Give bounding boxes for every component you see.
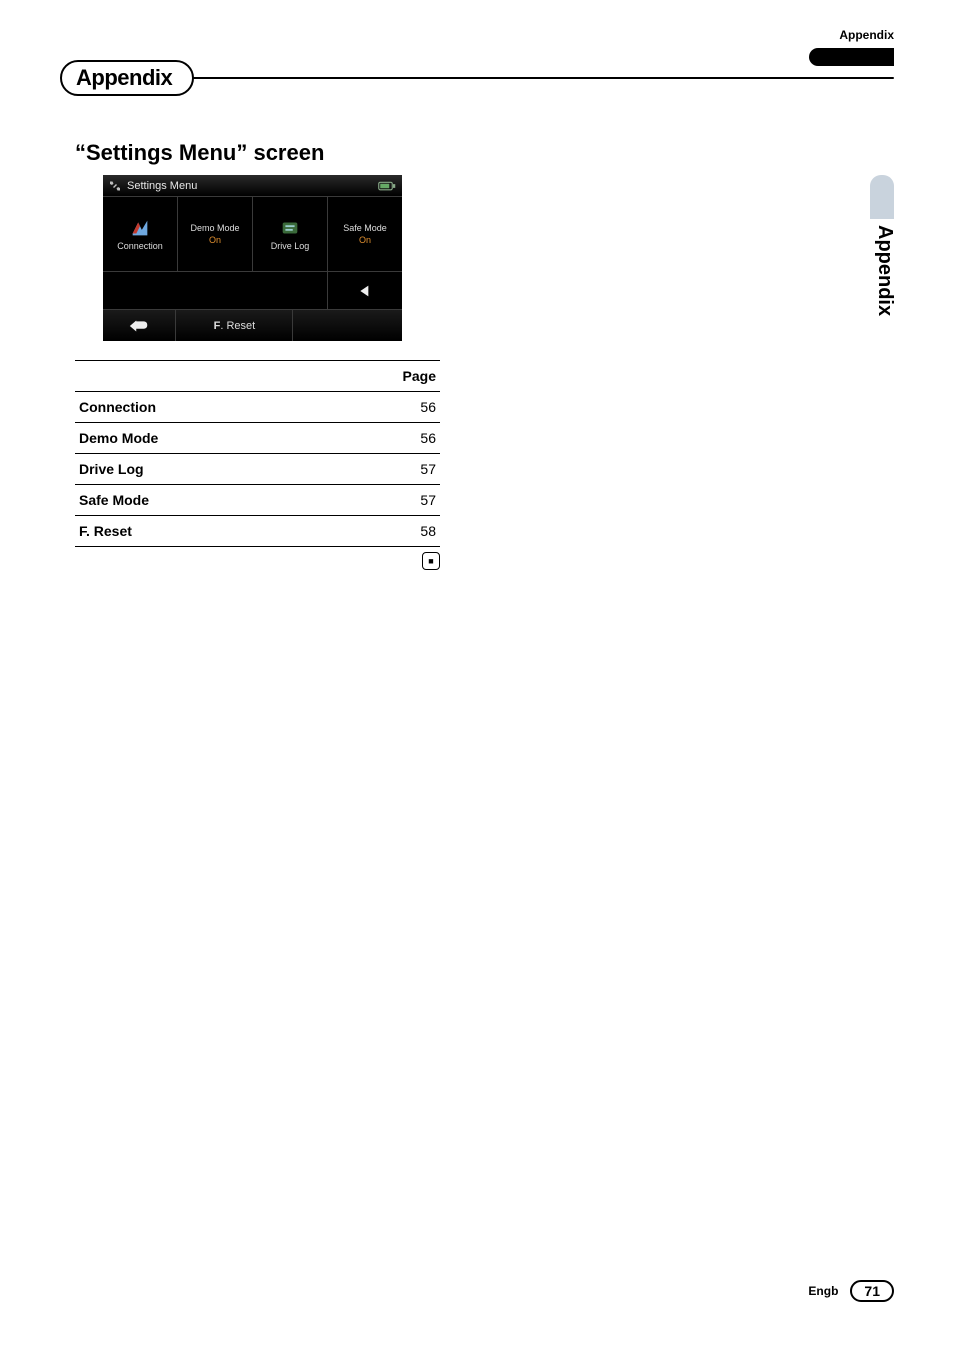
table-row-label: Drive Log	[75, 454, 322, 485]
battery-icon	[378, 181, 396, 191]
table-row: Connection 56	[75, 392, 440, 423]
side-tab-pill	[870, 175, 894, 219]
settings-icon	[109, 180, 121, 192]
side-tab-text: Appendix	[873, 225, 896, 316]
table-row-label: Demo Mode	[75, 423, 322, 454]
table-row-label: Safe Mode	[75, 485, 322, 516]
drive-log-icon	[279, 217, 301, 239]
chapter-title-text: Appendix	[76, 65, 172, 91]
connection-label: Connection	[117, 241, 163, 251]
safe-mode-value: On	[359, 235, 371, 245]
table-header-page: Page	[322, 361, 440, 392]
drive-log-label: Drive Log	[271, 241, 310, 251]
page-reference-table: Page Connection 56 Demo Mode 56 Drive Lo…	[75, 360, 440, 547]
screenshot-row2-blank	[103, 272, 327, 309]
section-heading-term: Settings Menu	[86, 140, 236, 165]
screenshot-title-left: Settings Menu	[109, 180, 197, 192]
freset-prefix: F	[214, 320, 221, 332]
footer-language: Engb	[808, 1284, 838, 1298]
screenshot-freset-cell: F. Reset	[176, 310, 293, 341]
section-heading-quote-open: “	[75, 140, 86, 165]
screenshot-title-text: Settings Menu	[127, 180, 197, 192]
demo-mode-value: On	[209, 235, 221, 245]
section-heading-suffix: ” screen	[236, 140, 324, 165]
connection-icon	[129, 217, 151, 239]
screenshot-cell-connection: Connection	[103, 197, 178, 271]
screenshot-cell-demo-mode: Demo Mode On	[178, 197, 253, 271]
screenshot-back-cell	[103, 310, 176, 341]
table-row-page: 56	[322, 423, 440, 454]
screenshot-titlebar: Settings Menu	[103, 175, 402, 197]
page-footer: Engb 71	[808, 1280, 894, 1302]
table-row-label: Connection	[75, 392, 322, 423]
table-row-label: F. Reset	[75, 516, 322, 547]
table-row-page: 57	[322, 485, 440, 516]
demo-mode-label: Demo Mode	[190, 223, 239, 233]
chapter-title-rule	[182, 77, 894, 80]
screenshot-prev-arrow-cell	[327, 272, 403, 309]
table-row: Safe Mode 57	[75, 485, 440, 516]
screenshot-bottom-bar: F. Reset	[103, 309, 402, 341]
back-arrow-icon	[128, 318, 150, 334]
table-row: Drive Log 57	[75, 454, 440, 485]
table-row-page: 56	[322, 392, 440, 423]
section-heading: “Settings Menu” screen	[75, 140, 324, 166]
screenshot-cell-drive-log: Drive Log	[253, 197, 328, 271]
table-row-page: 57	[322, 454, 440, 485]
screenshot-cell-safe-mode: Safe Mode On	[328, 197, 402, 271]
table-row: F. Reset 58	[75, 516, 440, 547]
section-end-marker: ■	[422, 552, 440, 570]
table-row: Demo Mode 56	[75, 423, 440, 454]
table-row-page: 58	[322, 516, 440, 547]
table-header-empty	[75, 361, 322, 392]
screenshot-row2	[103, 271, 402, 309]
safe-mode-label: Safe Mode	[343, 223, 387, 233]
header-section-label: Appendix	[839, 28, 894, 42]
screenshot-grid: Connection Demo Mode On Drive Log Safe M…	[103, 197, 402, 271]
freset-rest: . Reset	[220, 320, 255, 332]
screenshot-bottom-spacer	[293, 310, 402, 341]
footer-page-number: 71	[850, 1280, 894, 1302]
triangle-left-icon	[357, 283, 373, 299]
settings-menu-screenshot: Settings Menu Connection Demo Mode On	[103, 175, 402, 341]
chapter-title-row: Appendix	[60, 60, 894, 96]
chapter-title-tab: Appendix	[60, 60, 194, 96]
